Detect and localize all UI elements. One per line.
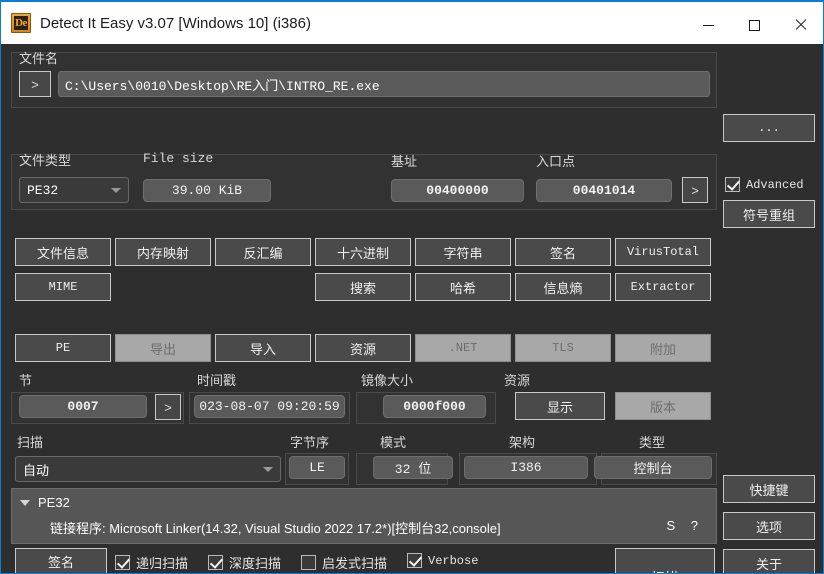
recursive-scan-checkbox[interactable]: 递归扫描	[115, 553, 188, 572]
resources-version-button: 版本	[615, 392, 711, 420]
tool-strings-button[interactable]: 字符串	[415, 238, 511, 266]
result-root-row[interactable]: PE32	[20, 495, 70, 510]
sections-value: 0007	[19, 395, 147, 418]
sections-go-button[interactable]: >	[155, 394, 181, 420]
timestamp-value: 023-08-07 09:20:59	[194, 395, 345, 418]
browse-button[interactable]: ...	[723, 114, 815, 142]
tool-mime-button[interactable]: MIME	[15, 273, 111, 301]
format-tab-export: 导出	[115, 334, 211, 362]
close-icon	[794, 19, 806, 31]
scan-button[interactable]: 扫描	[615, 548, 715, 573]
tool-search-button[interactable]: 搜索	[315, 273, 411, 301]
scanmode-combobox[interactable]: 自动	[15, 456, 281, 482]
tool-file-info-button[interactable]: 文件信息	[15, 238, 111, 266]
timestamp-label: 时间戳	[197, 373, 237, 388]
options-button[interactable]: 选项	[723, 512, 815, 540]
title-bar: Detect It Easy v3.07 [Windows 10] (i386)	[1, 0, 823, 44]
baseaddress-value: 00400000	[391, 179, 524, 202]
imagesize-value: 0000f000	[383, 395, 486, 418]
filetype-label: 文件类型	[19, 153, 72, 168]
tool-signatures-button[interactable]: 签名	[515, 238, 611, 266]
result-root-label: PE32	[38, 495, 70, 510]
arch-label: 架构	[509, 435, 536, 450]
demangle-button[interactable]: 符号重组	[723, 200, 815, 228]
window-title: Detect It Easy v3.07 [Windows 10] (i386)	[40, 14, 311, 32]
entrypoint-label: 入口点	[536, 154, 576, 169]
result-detail-row[interactable]: 链接程序: Microsoft Linker(14.32, Visual Stu…	[50, 518, 501, 537]
tool-entropy-button[interactable]: 信息熵	[515, 273, 611, 301]
imagesize-label: 镜像大小	[361, 373, 414, 388]
format-tab-overlay: 附加	[615, 334, 711, 362]
checkbox-box	[301, 555, 316, 570]
mode-value: 32 位	[373, 456, 453, 479]
baseaddress-label: 基址	[391, 154, 418, 169]
checkbox-box	[725, 177, 740, 192]
minimize-icon	[702, 24, 714, 26]
tool-memory-map-button[interactable]: 内存映射	[115, 238, 211, 266]
app-icon	[11, 13, 31, 33]
format-tab-resource[interactable]: 资源	[315, 334, 411, 362]
deep-scan-label: 深度扫描	[229, 556, 282, 571]
sections-label: 节	[19, 373, 33, 388]
tool-virustotal-button[interactable]: VirusTotal	[615, 238, 711, 266]
endian-value: LE	[289, 456, 345, 479]
collapse-triangle-icon[interactable]	[20, 499, 30, 506]
filename-expand-button[interactable]: >	[19, 71, 51, 97]
about-button[interactable]: 关于	[723, 549, 815, 573]
scan-results-panel: PE32 链接程序: Microsoft Linker(14.32, Visua…	[11, 488, 717, 544]
advanced-label: Advanced	[746, 177, 804, 192]
maximize-icon	[748, 19, 760, 31]
result-flags[interactable]: S ?	[666, 518, 704, 533]
arch-value: I386	[464, 456, 588, 479]
filetype-value: PE32	[27, 182, 59, 198]
filetype-combobox[interactable]: PE32	[19, 177, 129, 203]
checkbox-box	[115, 555, 130, 570]
filesize-value: 39.00 KiB	[143, 179, 271, 202]
entrypoint-go-button[interactable]: >	[682, 177, 708, 203]
type-value: 控制台	[594, 456, 712, 479]
maximize-button[interactable]	[731, 4, 777, 46]
tool-hash-button[interactable]: 哈希	[415, 273, 511, 301]
endian-label: 字节序	[290, 435, 330, 450]
tool-extractor-button[interactable]: Extractor	[615, 273, 711, 301]
filesize-label: File size	[143, 151, 214, 166]
signatures-bottom-button[interactable]: 签名	[15, 548, 107, 573]
checkbox-box	[407, 553, 422, 568]
heuristic-scan-label: 启发式扫描	[322, 556, 388, 571]
entrypoint-value: 00401014	[536, 179, 672, 202]
chevron-down-icon	[263, 467, 273, 472]
tool-hex-button[interactable]: 十六进制	[315, 238, 411, 266]
scanmode-value: 自动	[23, 462, 50, 478]
tool-disassembler-button[interactable]: 反汇编	[215, 238, 311, 266]
format-tab-import[interactable]: 导入	[215, 334, 311, 362]
shortcuts-button[interactable]: 快捷键	[723, 475, 815, 503]
main-body: 文件名 > C:\Users\0010\Desktop\RE入门\INTRO_R…	[1, 44, 823, 573]
verbose-label: Verbose	[428, 553, 479, 568]
format-tab-dotnet: .NET	[415, 334, 511, 362]
deep-scan-checkbox[interactable]: 深度扫描	[208, 553, 281, 572]
close-button[interactable]	[777, 4, 823, 46]
format-tab-tls: TLS	[515, 334, 611, 362]
verbose-checkbox[interactable]: Verbose	[407, 553, 478, 568]
application-window: Detect It Easy v3.07 [Windows 10] (i386)…	[0, 0, 824, 574]
mode-label: 模式	[380, 435, 407, 450]
window-controls	[685, 4, 823, 46]
resources-label: 资源	[504, 373, 531, 388]
type-label: 类型	[639, 435, 666, 450]
scanmode-label: 扫描	[17, 435, 44, 450]
filepath-input[interactable]: C:\Users\0010\Desktop\RE入门\INTRO_RE.exe	[58, 71, 710, 97]
resources-show-button[interactable]: 显示	[515, 392, 605, 420]
minimize-button[interactable]	[685, 4, 731, 46]
format-tab-pe[interactable]: PE	[15, 334, 111, 362]
checkbox-box	[208, 555, 223, 570]
filename-label: 文件名	[19, 51, 59, 66]
advanced-checkbox[interactable]: Advanced	[725, 177, 804, 192]
heuristic-scan-checkbox[interactable]: 启发式扫描	[301, 553, 387, 572]
recursive-scan-label: 递归扫描	[136, 556, 189, 571]
chevron-down-icon	[111, 188, 121, 193]
